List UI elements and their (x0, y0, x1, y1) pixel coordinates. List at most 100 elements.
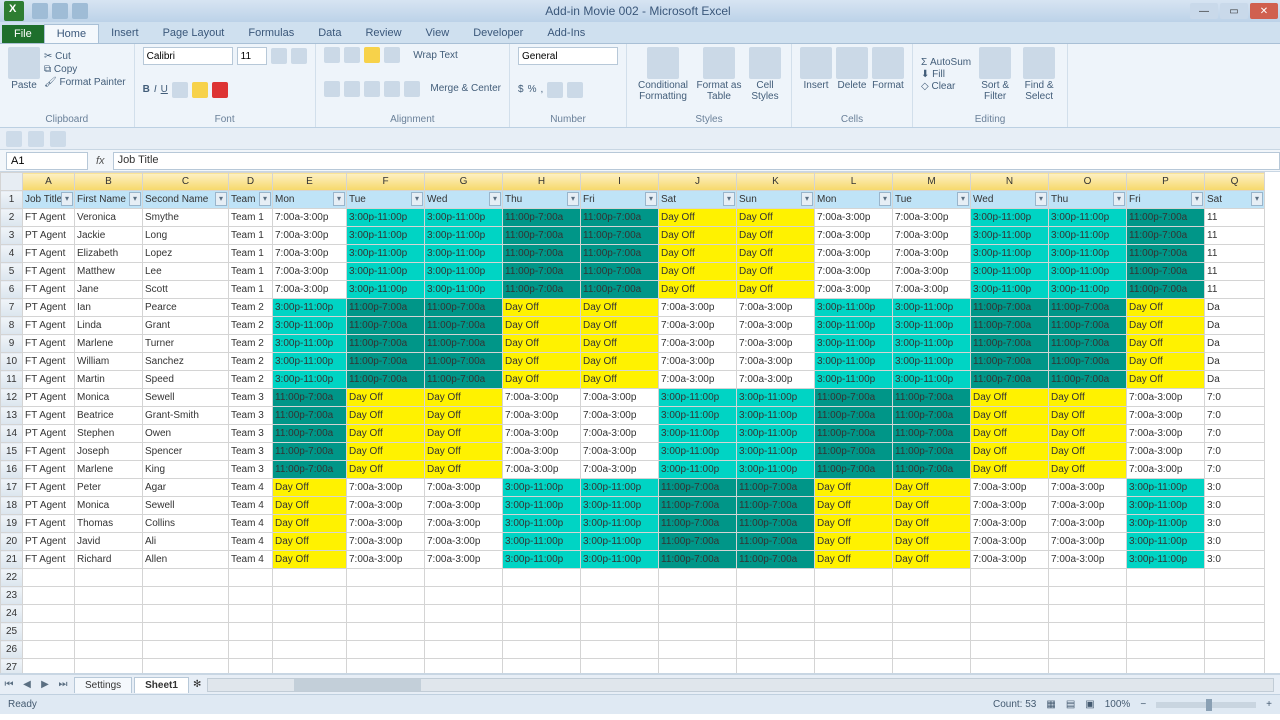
cell[interactable]: FT Agent (23, 263, 75, 281)
cell[interactable]: 7:00a-3:00p (659, 317, 737, 335)
cell[interactable]: 3:00p-11:00p (971, 227, 1049, 245)
cell[interactable]: 7:00a-3:00p (1049, 497, 1127, 515)
cell[interactable]: Peter (75, 479, 143, 497)
row-header[interactable]: 26 (1, 641, 23, 659)
filter-header-cell[interactable]: Sat▾ (659, 191, 737, 209)
cell[interactable]: Grant-Smith (143, 407, 229, 425)
cell[interactable]: 11:00p-7:00a (737, 515, 815, 533)
cell[interactable]: 11:00p-7:00a (971, 299, 1049, 317)
cell[interactable]: Day Off (347, 461, 425, 479)
cell[interactable]: 11:00p-7:00a (273, 389, 347, 407)
cell[interactable] (1049, 641, 1127, 659)
close-button[interactable]: ✕ (1250, 3, 1278, 19)
cell[interactable]: 11:00p-7:00a (1127, 281, 1205, 299)
minimize-button[interactable]: — (1190, 3, 1218, 19)
cell[interactable]: Allen (143, 551, 229, 569)
border-icon[interactable] (172, 82, 188, 98)
row-header[interactable]: 14 (1, 425, 23, 443)
align-center-icon[interactable] (344, 81, 360, 97)
cell[interactable]: FT Agent (23, 209, 75, 227)
cell[interactable] (23, 605, 75, 623)
cell[interactable]: 3:00p-11:00p (893, 335, 971, 353)
filter-dropdown-icon[interactable]: ▾ (723, 192, 735, 206)
cell[interactable]: Day Off (1049, 389, 1127, 407)
cell[interactable]: Sewell (143, 497, 229, 515)
currency-icon[interactable]: $ (518, 84, 524, 95)
cell[interactable] (581, 659, 659, 675)
cell[interactable]: 7:00a-3:00p (971, 515, 1049, 533)
row-header[interactable]: 18 (1, 497, 23, 515)
cell[interactable]: 7:00a-3:00p (425, 497, 503, 515)
cell[interactable]: FT Agent (23, 371, 75, 389)
cell[interactable]: 3:00p-11:00p (503, 497, 581, 515)
cell[interactable] (503, 605, 581, 623)
row-header[interactable]: 17 (1, 479, 23, 497)
cell[interactable]: Lopez (143, 245, 229, 263)
cell[interactable]: 3:00p-11:00p (503, 533, 581, 551)
cell[interactable]: 11:00p-7:00a (425, 353, 503, 371)
cell[interactable]: 11:00p-7:00a (893, 389, 971, 407)
cell[interactable]: Day Off (1049, 443, 1127, 461)
cell[interactable] (581, 623, 659, 641)
cell[interactable]: 7:00a-3:00p (347, 479, 425, 497)
cell[interactable]: 7:00a-3:00p (273, 245, 347, 263)
cell[interactable]: 3:0 (1205, 497, 1265, 515)
cell[interactable]: Day Off (815, 515, 893, 533)
cell[interactable]: Jackie (75, 227, 143, 245)
cell[interactable] (273, 623, 347, 641)
view-break-icon[interactable]: ▣ (1085, 699, 1094, 710)
cell[interactable]: Day Off (971, 443, 1049, 461)
col-header[interactable]: L (815, 173, 893, 191)
filter-header-cell[interactable]: Tue▾ (893, 191, 971, 209)
cell[interactable]: Team 4 (229, 515, 273, 533)
filter-dropdown-icon[interactable]: ▾ (411, 192, 423, 206)
cell[interactable]: 7:00a-3:00p (971, 497, 1049, 515)
maximize-button[interactable]: ▭ (1220, 3, 1248, 19)
cell[interactable]: 3:00p-11:00p (815, 371, 893, 389)
underline-button[interactable]: U (161, 84, 168, 95)
cell[interactable] (1205, 623, 1265, 641)
cell[interactable]: Day Off (1049, 425, 1127, 443)
cell[interactable]: 7:00a-3:00p (1127, 425, 1205, 443)
cell[interactable]: 11:00p-7:00a (1049, 371, 1127, 389)
filter-dropdown-icon[interactable]: ▾ (801, 192, 813, 206)
percent-icon[interactable]: % (528, 84, 537, 95)
cell[interactable]: 11 (1205, 245, 1265, 263)
cell[interactable]: 11 (1205, 281, 1265, 299)
cell[interactable]: 3:00p-11:00p (503, 479, 581, 497)
cell[interactable]: Day Off (737, 227, 815, 245)
cell[interactable]: 7:00a-3:00p (503, 389, 581, 407)
cell[interactable] (503, 587, 581, 605)
row-header[interactable]: 13 (1, 407, 23, 425)
cell[interactable] (229, 605, 273, 623)
cell[interactable]: 7:0 (1205, 461, 1265, 479)
cell[interactable]: Day Off (347, 389, 425, 407)
cell[interactable]: Grant (143, 317, 229, 335)
col-header[interactable]: J (659, 173, 737, 191)
filter-dropdown-icon[interactable]: ▾ (1191, 192, 1203, 206)
cell[interactable]: Team 3 (229, 443, 273, 461)
cell[interactable] (815, 587, 893, 605)
cell[interactable] (143, 587, 229, 605)
cell[interactable]: Martin (75, 371, 143, 389)
cell[interactable]: Ali (143, 533, 229, 551)
cell[interactable] (23, 569, 75, 587)
cell[interactable]: 7:00a-3:00p (659, 299, 737, 317)
cell[interactable]: 7:00a-3:00p (815, 227, 893, 245)
cell[interactable]: Day Off (347, 443, 425, 461)
cell[interactable]: 11:00p-7:00a (425, 317, 503, 335)
cell[interactable]: Smythe (143, 209, 229, 227)
cell[interactable]: Day Off (1049, 407, 1127, 425)
cell[interactable]: 3:00p-11:00p (737, 425, 815, 443)
cell[interactable]: Day Off (581, 353, 659, 371)
tab-view[interactable]: View (414, 24, 462, 43)
indent-dec-icon[interactable] (384, 81, 400, 97)
cell[interactable]: 3:00p-11:00p (1127, 497, 1205, 515)
cell[interactable] (659, 605, 737, 623)
view-layout-icon[interactable]: ▤ (1066, 699, 1075, 710)
cell[interactable] (503, 641, 581, 659)
cell[interactable]: Day Off (737, 245, 815, 263)
cell[interactable]: Day Off (815, 479, 893, 497)
cell[interactable] (425, 605, 503, 623)
prev-sheet-icon[interactable]: ◀ (19, 677, 35, 693)
